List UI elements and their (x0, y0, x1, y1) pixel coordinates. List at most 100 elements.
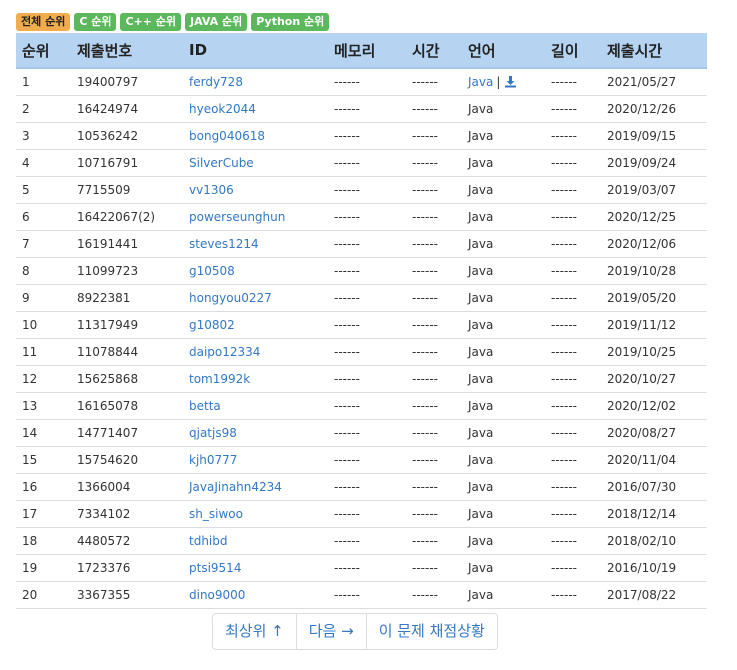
user-id-link[interactable]: JavaJinahn4234 (189, 480, 282, 494)
time-cell: ------ (406, 365, 462, 393)
rank-cell: 4 (16, 149, 71, 177)
memory-cell: ------ (328, 230, 406, 258)
time-cell: ------ (406, 473, 462, 501)
user-id-link[interactable]: SilverCube (189, 156, 254, 170)
submission-number: 1723376 (77, 561, 131, 575)
memory-cell: ------ (328, 338, 406, 366)
submitted-time-cell: 2019/10/28 (601, 257, 707, 285)
submission-cell: 11078844 (71, 338, 183, 366)
user-id-link[interactable]: powerseunghun (189, 210, 285, 224)
user-cell: g10802 (183, 311, 328, 339)
table-row: 12 15625868 tom1992k ------ ------ Java ------… (16, 365, 707, 393)
submission-number: 4480572 (77, 534, 131, 548)
language-cell: Java (462, 500, 545, 528)
user-id-link[interactable]: daipo12334 (189, 345, 260, 359)
user-cell: kjh0777 (183, 446, 328, 474)
memory-cell: ------ (328, 419, 406, 447)
submission-cell: 15754620 (71, 446, 183, 474)
download-icon[interactable] (504, 75, 517, 88)
time-cell: ------ (406, 581, 462, 609)
filter-python-ranking[interactable]: Python 순위 (251, 13, 330, 31)
column-header-submitted: 제출시간 (601, 33, 707, 69)
submitted-time-cell: 2020/12/26 (601, 95, 707, 123)
filter-cpp-ranking[interactable]: C++ 순위 (120, 13, 182, 31)
user-id-link[interactable]: kjh0777 (189, 453, 237, 467)
table-row: 13 16165078 betta ------ ------ Java ------ 202… (16, 392, 707, 420)
user-id-link[interactable]: tdhibd (189, 534, 228, 548)
language-separator: | (496, 75, 501, 89)
length-cell: ------ (545, 122, 601, 150)
language-label: Java (468, 291, 494, 305)
language-cell: Java (462, 338, 545, 366)
language-filter-bar: 전체 순위 C 순위 C++ 순위 JAVA 순위 Python 순위 (16, 13, 330, 31)
user-id-link[interactable]: qjatjs98 (189, 426, 237, 440)
submission-number: 14771407 (77, 426, 139, 440)
user-id-link[interactable]: vv1306 (189, 183, 234, 197)
language-cell: Java (462, 149, 545, 177)
submitted-time-cell: 2019/10/25 (601, 338, 707, 366)
length-cell: ------ (545, 581, 601, 609)
pager: 최상위 ↑ 다음 → 이 문제 채점상황 (212, 613, 498, 650)
user-id-link[interactable]: g10802 (189, 318, 235, 332)
user-id-link[interactable]: tom1992k (189, 372, 250, 386)
table-row: 20 3367355 dino9000 ------ ------ Java ------ 2… (16, 581, 707, 609)
resubmit-count-link[interactable]: (2) (138, 210, 155, 224)
user-cell: tom1992k (183, 365, 328, 393)
user-id-link[interactable]: hyeok2044 (189, 102, 256, 116)
length-cell: ------ (545, 176, 601, 204)
length-cell: ------ (545, 257, 601, 285)
user-id-link[interactable]: betta (189, 399, 221, 413)
next-page-button[interactable]: 다음 → (297, 614, 367, 649)
language-source-link[interactable]: Java (468, 75, 493, 89)
user-id-link[interactable]: ferdy728 (189, 75, 243, 89)
submitted-time-cell: 2019/09/24 (601, 149, 707, 177)
rank-cell: 7 (16, 230, 71, 258)
user-id-link[interactable]: ptsi9514 (189, 561, 241, 575)
filter-java-ranking[interactable]: JAVA 순위 (185, 13, 248, 31)
rank-cell: 14 (16, 419, 71, 447)
memory-cell: ------ (328, 68, 406, 96)
rank-cell: 11 (16, 338, 71, 366)
rank-cell: 8 (16, 257, 71, 285)
submission-cell: 7715509 (71, 176, 183, 204)
language-cell: Java (462, 365, 545, 393)
user-cell: betta (183, 392, 328, 420)
memory-cell: ------ (328, 203, 406, 231)
go-top-button[interactable]: 최상위 ↑ (213, 614, 297, 649)
submission-number: 19400797 (77, 75, 139, 89)
user-id-link[interactable]: steves1214 (189, 237, 259, 251)
language-label: Java (468, 480, 494, 494)
table-row: 15 15754620 kjh0777 ------ ------ Java ------ 2… (16, 446, 707, 474)
language-label: Java (468, 399, 494, 413)
submission-cell: 3367355 (71, 581, 183, 609)
problem-status-button[interactable]: 이 문제 채점상황 (367, 614, 497, 649)
rank-cell: 18 (16, 527, 71, 555)
filter-all-ranking[interactable]: 전체 순위 (16, 13, 71, 31)
length-cell: ------ (545, 149, 601, 177)
submitted-time-cell: 2018/02/10 (601, 527, 707, 555)
user-id-link[interactable]: sh_siwoo (189, 507, 243, 521)
memory-cell: ------ (328, 284, 406, 312)
memory-cell: ------ (328, 176, 406, 204)
user-id-link[interactable]: dino9000 (189, 588, 245, 602)
memory-cell: ------ (328, 149, 406, 177)
submission-number: 15625868 (77, 372, 139, 386)
submission-cell: 15625868 (71, 365, 183, 393)
user-id-link[interactable]: g10508 (189, 264, 235, 278)
language-cell: Java (462, 581, 545, 609)
table-row: 11 11078844 daipo12334 ------ ------ Java ----… (16, 338, 707, 366)
rank-cell: 6 (16, 203, 71, 231)
user-cell: daipo12334 (183, 338, 328, 366)
language-label: Java (468, 183, 494, 197)
table-row: 1 19400797 ferdy728 ------ ------ Java | ------… (16, 68, 707, 96)
time-cell: ------ (406, 176, 462, 204)
rank-cell: 17 (16, 500, 71, 528)
submitted-time-cell: 2016/07/30 (601, 473, 707, 501)
user-id-link[interactable]: hongyou0227 (189, 291, 272, 305)
time-cell: ------ (406, 284, 462, 312)
time-cell: ------ (406, 311, 462, 339)
time-cell: ------ (406, 149, 462, 177)
submission-cell: 8922381 (71, 284, 183, 312)
filter-c-ranking[interactable]: C 순위 (74, 13, 117, 31)
user-id-link[interactable]: bong040618 (189, 129, 265, 143)
